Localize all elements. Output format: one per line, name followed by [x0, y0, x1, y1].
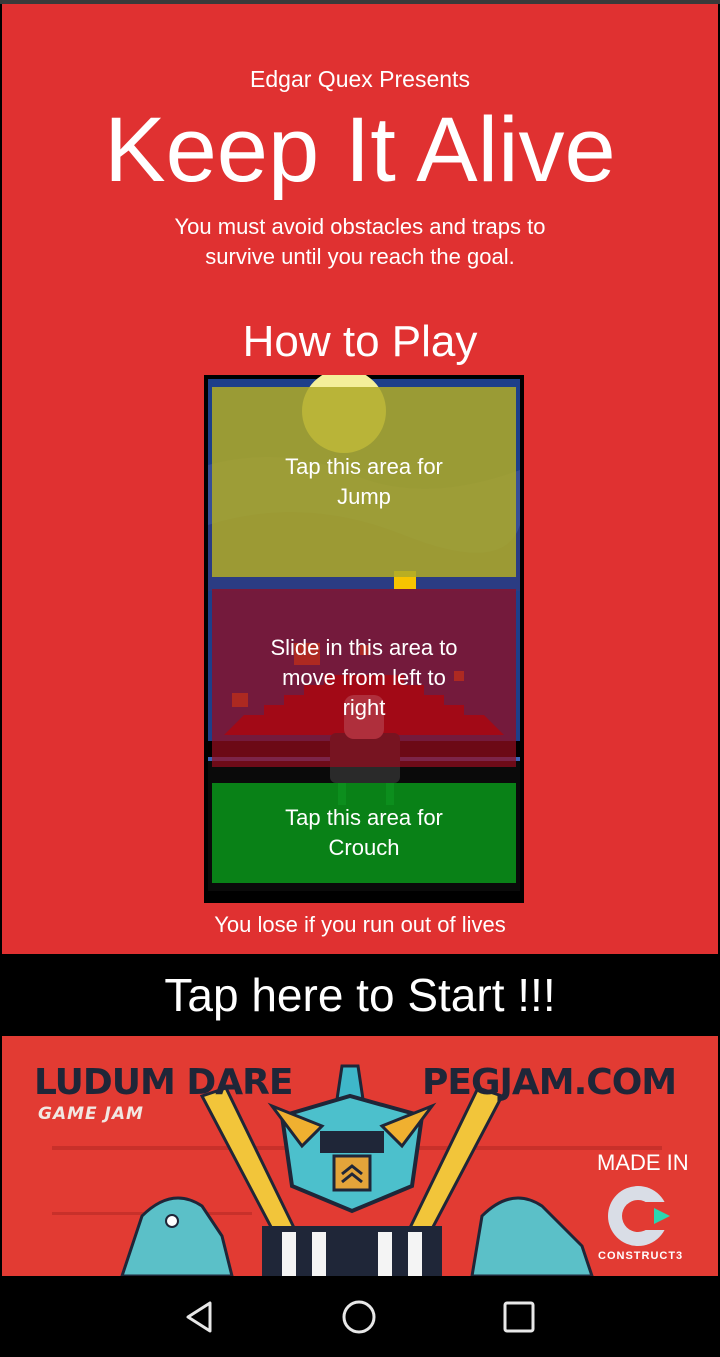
recents-button[interactable] [497, 1295, 541, 1339]
move-zone[interactable]: Slide in this area to move from left to … [212, 589, 516, 767]
title-screen: Edgar Quex Presents Keep It Alive You mu… [2, 4, 718, 954]
game-screen: Edgar Quex Presents Keep It Alive You mu… [0, 0, 720, 1357]
ludum-dare-title: LUDUM DARE [34, 1062, 293, 1103]
crouch-zone[interactable]: Tap this area for Crouch [212, 783, 516, 883]
recents-square-icon [503, 1301, 535, 1333]
home-button[interactable] [337, 1295, 381, 1339]
android-nav-bar [0, 1277, 720, 1357]
start-button[interactable]: Tap here to Start !!! [0, 954, 720, 1036]
crouch-zone-label: Tap this area for Crouch [285, 805, 443, 860]
jump-zone[interactable]: Tap this area for Jump [212, 387, 516, 577]
jump-zone-label: Tap this area for Jump [285, 454, 443, 509]
made-in-text: MADE IN [597, 1150, 689, 1175]
jam-banner: LUDUM DARE GAME JAM PEGJAM.COM MADE IN C… [2, 1036, 718, 1276]
game-description: You must avoid obstacles and traps to su… [174, 214, 546, 269]
game-title: Keep It Alive [104, 99, 616, 201]
back-button[interactable] [178, 1295, 222, 1339]
back-triangle-icon [186, 1301, 212, 1333]
game-jam-subtitle: GAME JAM [38, 1104, 144, 1124]
move-zone-label: Slide in this area to move from left to … [270, 635, 458, 720]
construct3-label: CONSTRUCT3 [598, 1250, 684, 1262]
pegjam-title: PEGJAM.COM [422, 1062, 677, 1103]
how-to-play-heading: How to Play [242, 317, 478, 366]
tutorial-demo-image: Tap this area for Jump Slide in this are… [204, 375, 524, 903]
lose-condition-text: You lose if you run out of lives [214, 912, 506, 937]
presents-text: Edgar Quex Presents [250, 66, 470, 92]
home-circle-icon [342, 1300, 376, 1334]
